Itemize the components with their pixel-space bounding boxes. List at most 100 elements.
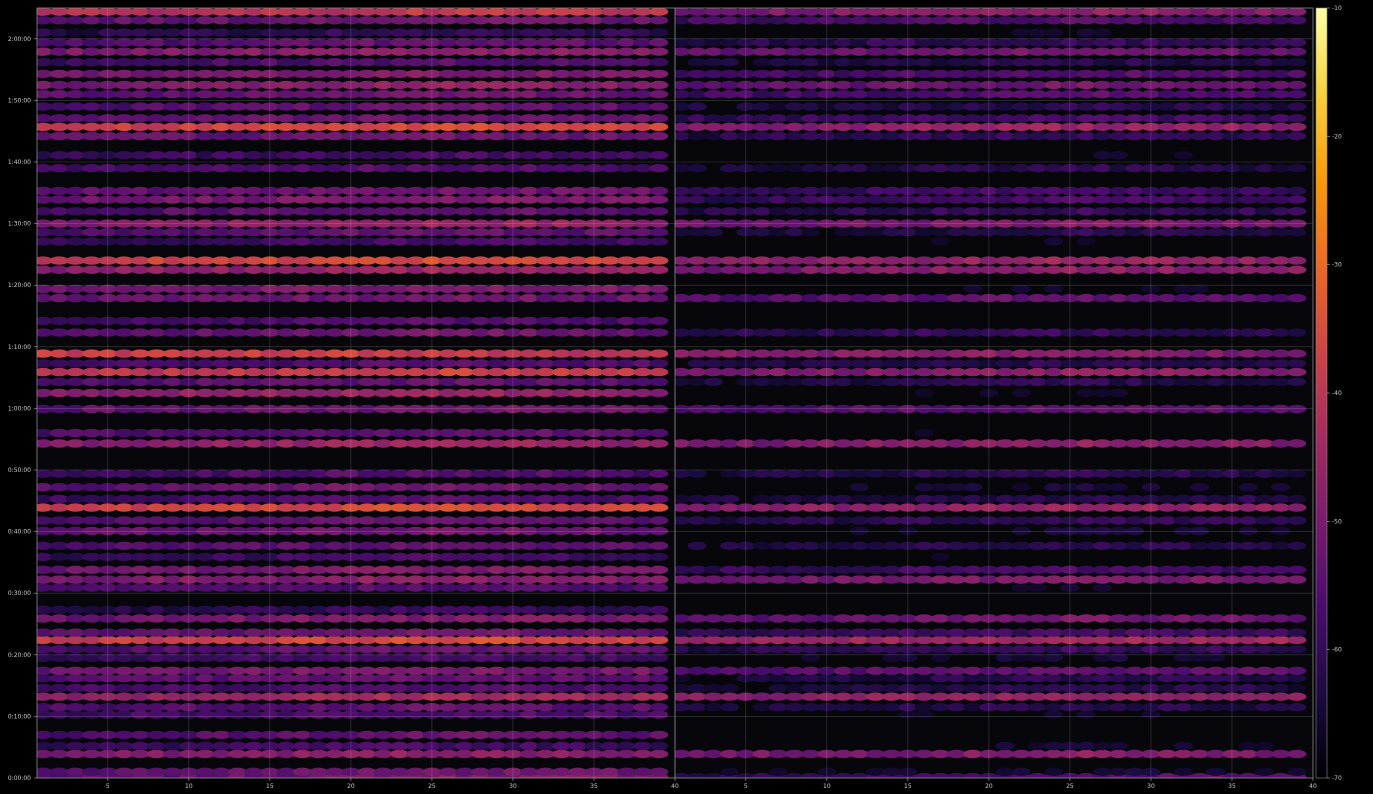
heat-cell (130, 628, 150, 637)
heat-cell (244, 151, 264, 160)
heat-cell (1173, 47, 1193, 56)
heat-cell (276, 692, 296, 701)
heat-cell (947, 8, 966, 16)
heat-cell (784, 186, 804, 196)
heat-cell (600, 359, 620, 368)
heat-cell (195, 316, 215, 326)
heat-cell (720, 265, 740, 274)
heat-cell (373, 628, 393, 637)
heat-cell (1092, 47, 1112, 56)
heat-cell (568, 541, 588, 550)
heat-cell (195, 228, 215, 237)
heat-cell (947, 516, 966, 525)
heat-cell (1076, 710, 1096, 719)
heat-cell (1028, 16, 1047, 25)
heat-cell (1076, 367, 1096, 377)
heat-cell (1254, 131, 1274, 141)
heat-cell (519, 741, 539, 751)
heat-cell (65, 439, 85, 448)
heat-cell (438, 645, 458, 654)
heat-cell (292, 469, 312, 478)
heat-cell (325, 151, 345, 160)
heat-cell (406, 207, 426, 216)
heat-cell (65, 404, 85, 414)
heat-cell (471, 69, 490, 79)
heat-cell (1076, 328, 1096, 337)
heat-cell (65, 328, 85, 337)
heat-cell (568, 494, 588, 504)
heat-cell (292, 102, 312, 111)
heat-cell (487, 38, 507, 47)
heat-cell (373, 58, 393, 67)
heat-cell (930, 207, 950, 216)
heat-cell (438, 605, 458, 614)
heat-cell (1125, 565, 1145, 574)
heat-cell (163, 186, 183, 196)
heat-cell (487, 404, 507, 414)
heat-cell (114, 102, 134, 111)
heat-cell (1011, 131, 1031, 141)
heat-cell (1076, 469, 1096, 478)
heat-cell (211, 605, 231, 614)
heat-cell (82, 388, 102, 398)
heat-cell (995, 541, 1015, 550)
heat-cell (1011, 494, 1031, 504)
heat-cell (703, 90, 723, 99)
heat-cell (1206, 186, 1226, 196)
heat-cell (228, 614, 247, 623)
heat-cell (849, 483, 869, 492)
heat-cell (454, 38, 474, 47)
x-tick-label: 10 (823, 783, 831, 790)
heat-cell (146, 316, 166, 326)
heat-cell (325, 28, 345, 37)
heat-cell (947, 207, 966, 216)
heat-cell (552, 541, 572, 550)
heat-cell (1287, 674, 1307, 683)
heat-cell (195, 666, 215, 675)
heat-cell (244, 131, 264, 141)
heat-cell (211, 16, 231, 25)
heat-cell (49, 186, 69, 196)
heat-cell (963, 207, 983, 216)
heat-cell (276, 58, 296, 67)
heat-cell (390, 195, 409, 204)
heat-cell (163, 16, 183, 25)
heat-cell (784, 90, 804, 99)
heat-cell (995, 359, 1015, 368)
heat-cell (866, 628, 885, 637)
heat-cell (833, 47, 853, 56)
heat-cell (244, 666, 264, 675)
heat-cell (1238, 186, 1258, 196)
heat-cell (130, 428, 150, 438)
heat-cell (963, 645, 983, 654)
heat-cell (882, 645, 902, 654)
heat-cell (487, 122, 507, 132)
heat-cell (947, 186, 966, 196)
heat-cell (65, 349, 85, 358)
heat-cell (1157, 265, 1177, 274)
heat-cell (963, 541, 983, 550)
y-tick-label: 1:10:00 (8, 344, 31, 351)
heat-cell (276, 614, 296, 623)
heat-cell (438, 439, 458, 448)
heat-cell (866, 122, 885, 132)
heat-cell (616, 388, 636, 398)
heat-cell (1254, 16, 1274, 25)
heat-cell (720, 122, 740, 132)
heat-cell (65, 28, 85, 37)
heat-cell (833, 207, 853, 216)
heat-cell (471, 114, 490, 123)
heat-cell (914, 541, 934, 550)
heat-cell (801, 207, 821, 216)
heat-cell (292, 703, 312, 712)
heat-cell (947, 666, 966, 675)
heat-cell (49, 666, 69, 675)
heat-cell (454, 741, 474, 751)
heat-cell (357, 605, 377, 614)
heat-cell (49, 645, 69, 654)
heat-cell (752, 207, 772, 216)
heat-cell (519, 503, 539, 512)
heat-cell (471, 703, 490, 712)
heat-cell (211, 565, 231, 574)
heat-cell (454, 16, 474, 25)
